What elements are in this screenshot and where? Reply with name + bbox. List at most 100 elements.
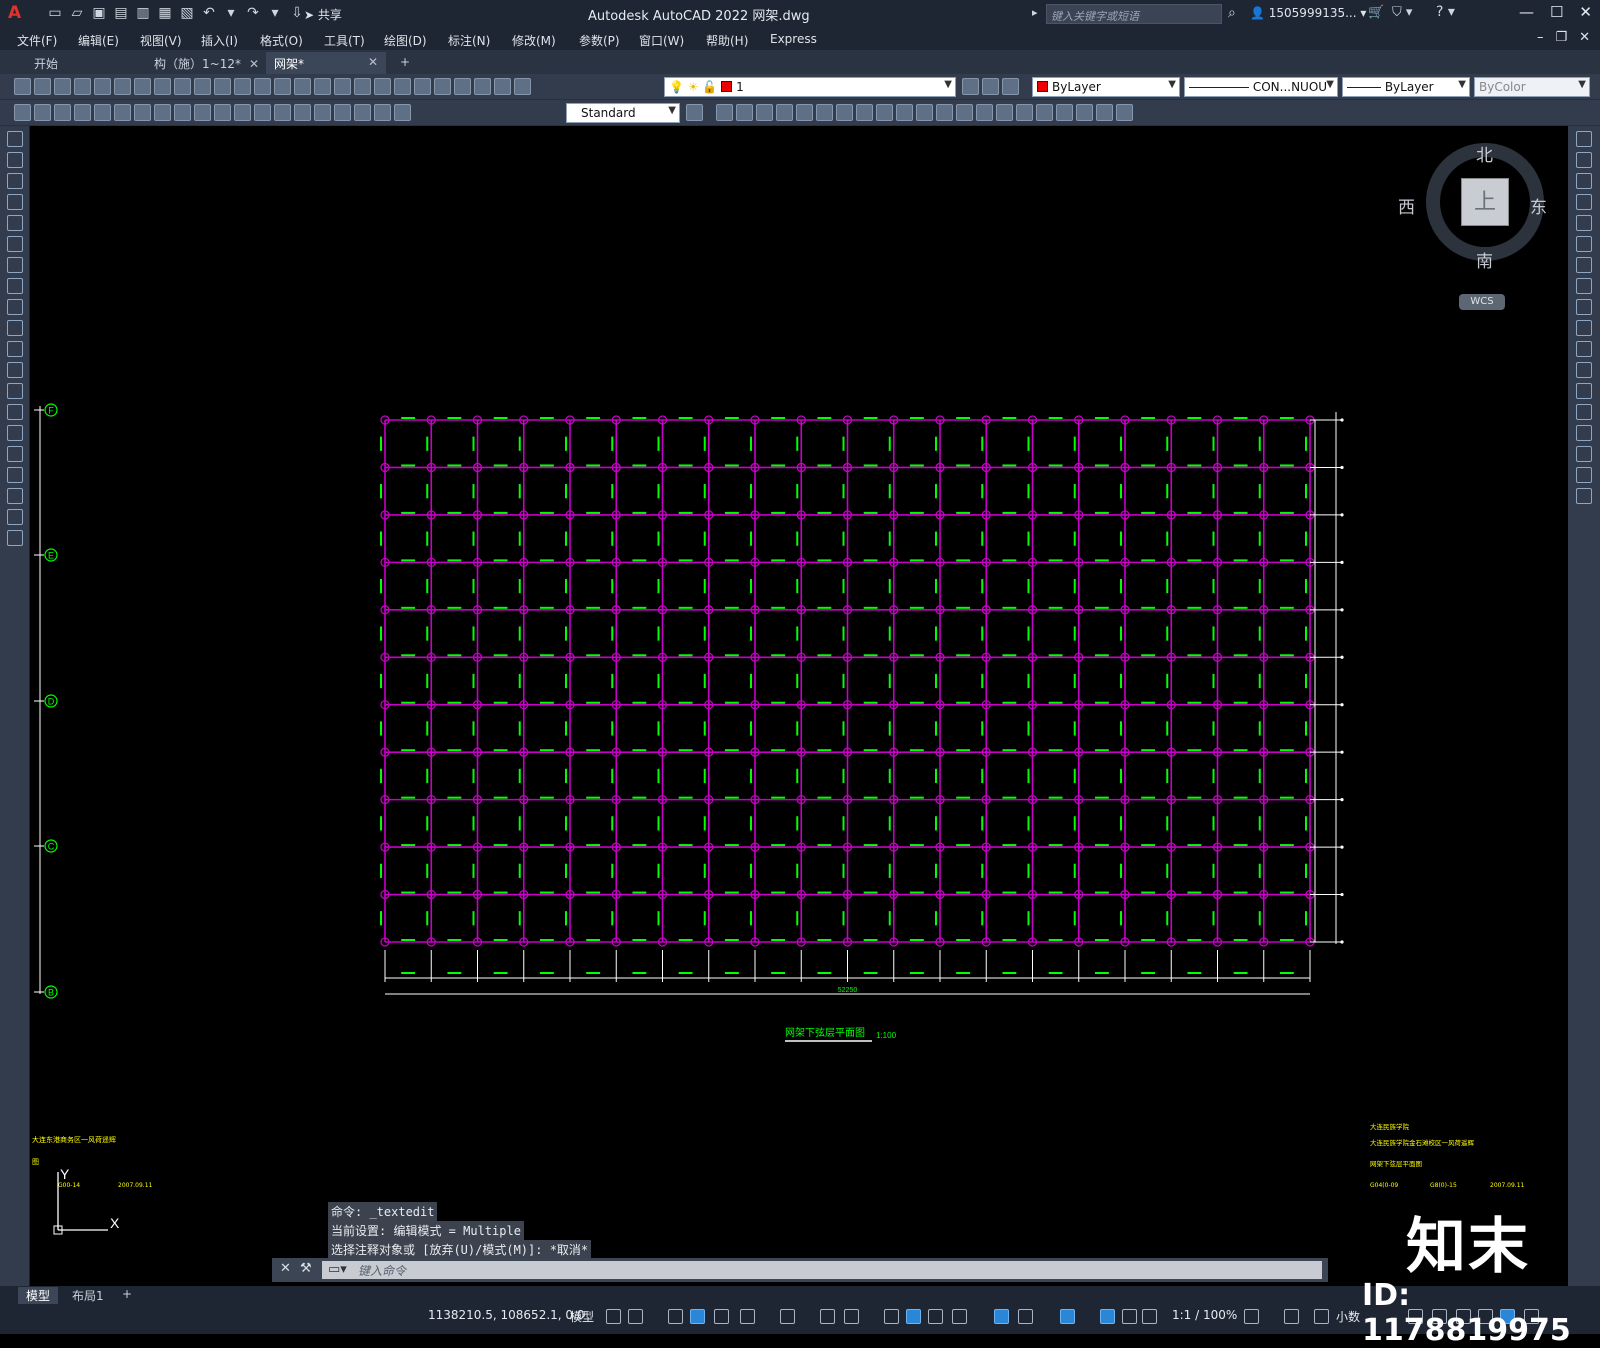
erase-icon[interactable] <box>1576 131 1592 147</box>
doc-minimize-button[interactable]: – <box>1537 30 1544 45</box>
plot-preview-icon[interactable]: ▦ <box>156 4 174 22</box>
layer-states-icon[interactable] <box>1002 78 1019 95</box>
polygon-icon[interactable] <box>7 194 23 210</box>
selection-filter-icon[interactable] <box>1018 1309 1033 1324</box>
fillet-icon[interactable] <box>1576 446 1592 462</box>
redo-icon[interactable]: ↷ <box>244 4 262 22</box>
construction-line-icon[interactable] <box>7 152 23 168</box>
chamfer-icon[interactable] <box>1576 425 1592 441</box>
solid-icon-2[interactable] <box>956 104 973 121</box>
properties-icon[interactable] <box>374 78 391 95</box>
undo-dropdown-icon[interactable]: ▾ <box>222 4 240 22</box>
tab-structure[interactable]: 构（施）1~12* ✕ <box>146 52 267 74</box>
dim-linear-icon[interactable] <box>34 104 51 121</box>
dynamic-input-icon[interactable] <box>690 1309 705 1324</box>
make-block-icon[interactable] <box>7 383 23 399</box>
tab-grid-frame[interactable]: 网架* ✕ <box>266 52 386 74</box>
menu-edit[interactable]: 编辑(E) <box>78 32 119 49</box>
inspect-icon[interactable] <box>314 104 331 121</box>
wcs-menu[interactable]: WCS <box>1459 294 1505 310</box>
layer-manager-icon[interactable] <box>514 78 531 95</box>
ucs-icon-2[interactable] <box>796 104 813 121</box>
mirror-icon[interactable] <box>1576 173 1592 189</box>
viewcube[interactable]: 上 北 南 西 东 <box>1398 143 1547 272</box>
linetype-dropdown[interactable]: CON...NUOU ▼ <box>1184 77 1338 97</box>
match-prop-icon[interactable] <box>214 78 231 95</box>
close-command-icon[interactable]: ✕ <box>280 1261 291 1276</box>
tab-model[interactable]: 模型 <box>18 1287 59 1304</box>
add-layout-button[interactable]: + <box>114 1287 140 1301</box>
menu-insert[interactable]: 插入(I) <box>201 32 238 49</box>
quickdim-icon[interactable] <box>14 104 31 121</box>
infer-constraints-icon[interactable] <box>668 1309 683 1324</box>
lineweight-dropdown[interactable]: ByLayer ▼ <box>1342 77 1470 97</box>
maximize-button[interactable]: ☐ <box>1550 3 1563 21</box>
plot-icon[interactable]: ▧ <box>178 4 196 22</box>
menu-view[interactable]: 视图(V) <box>140 32 182 49</box>
auto-scale-icon[interactable] <box>1122 1309 1137 1324</box>
stretch-icon[interactable] <box>1576 299 1592 315</box>
orbit-icon-5[interactable] <box>1116 104 1133 121</box>
jogged-linear-icon[interactable] <box>334 104 351 121</box>
insert-block-icon[interactable] <box>7 362 23 378</box>
lineweight-icon[interactable] <box>884 1309 899 1324</box>
solid-icon-4[interactable] <box>996 104 1013 121</box>
break-icon[interactable] <box>1576 383 1592 399</box>
tab-start[interactable]: 开始 <box>26 52 66 74</box>
share-button[interactable]: ➤ 共享 <box>304 6 342 23</box>
selection-cycling-icon[interactable] <box>928 1309 943 1324</box>
menu-draw[interactable]: 绘图(D) <box>384 32 427 49</box>
ucs-icon-6[interactable] <box>876 104 893 121</box>
move-icon[interactable] <box>1576 236 1592 252</box>
quickcalc-icon[interactable] <box>474 78 491 95</box>
doc-restore-button[interactable]: ❐ <box>1555 30 1567 45</box>
point-icon[interactable] <box>7 404 23 420</box>
polyline-icon[interactable] <box>7 173 23 189</box>
pan-icon[interactable] <box>294 78 311 95</box>
scale-icon[interactable] <box>1576 278 1592 294</box>
model-space-button[interactable]: 模型 <box>570 1308 594 1325</box>
dimstyle-dropdown[interactable]: Standard ▼ <box>566 103 680 123</box>
offset-icon[interactable] <box>1576 194 1592 210</box>
snap-icon[interactable] <box>628 1309 643 1324</box>
design-center-icon[interactable] <box>394 78 411 95</box>
coordinate-readout[interactable]: 1138210.5, 108652.1, 0.0 <box>428 1308 585 1322</box>
user-account[interactable]: 👤 1505999135... ▾ <box>1250 6 1366 20</box>
circle-icon[interactable] <box>7 257 23 273</box>
orbit-icon-4[interactable] <box>1096 104 1113 121</box>
help-search-input[interactable]: 键入关键字或短语 <box>1046 4 1222 24</box>
annotation-visibility-icon[interactable] <box>1100 1309 1115 1324</box>
annotation-monitor-icon[interactable] <box>1284 1309 1299 1324</box>
doc-close-button[interactable]: ✕ <box>1579 30 1590 45</box>
sheetset-icon[interactable] <box>434 78 451 95</box>
hatch-icon[interactable] <box>7 425 23 441</box>
help-icon[interactable] <box>494 78 511 95</box>
undo-icon[interactable] <box>254 78 271 95</box>
object-snap-tracking-icon[interactable] <box>820 1309 835 1324</box>
menu-parametric[interactable]: 参数(P) <box>579 32 620 49</box>
dim-radius-icon[interactable] <box>114 104 131 121</box>
table-icon[interactable] <box>7 488 23 504</box>
dim-baseline-icon[interactable] <box>194 104 211 121</box>
tool-palettes-icon[interactable] <box>414 78 431 95</box>
menu-help[interactable]: 帮助(H) <box>706 32 748 49</box>
open-icon[interactable] <box>34 78 51 95</box>
compass-south[interactable]: 南 <box>1476 247 1493 272</box>
dim-diameter-icon[interactable] <box>154 104 171 121</box>
solid-icon-1[interactable] <box>936 104 953 121</box>
drawing-canvas[interactable]: 52250 F E D C B 网架下弦层平面图 1:100 大连东港商务区一风荷遥辉图 G00-… <box>30 126 1568 1286</box>
save-icon[interactable]: ▣ <box>90 4 108 22</box>
layer-previous-icon[interactable] <box>982 78 999 95</box>
units-icon[interactable] <box>1314 1309 1329 1324</box>
transparency-icon[interactable] <box>906 1309 921 1324</box>
expand-search-icon[interactable]: ▸ <box>1032 6 1038 19</box>
undo-icon[interactable]: ↶ <box>200 4 218 22</box>
ucs-icon-3[interactable] <box>816 104 833 121</box>
markup-icon[interactable] <box>454 78 471 95</box>
rotate-icon[interactable] <box>1576 257 1592 273</box>
add-selected-icon[interactable] <box>7 530 23 546</box>
recent-commands-icon[interactable]: ▭▾ <box>328 1262 347 1277</box>
publish-icon[interactable] <box>114 78 131 95</box>
grid-icon[interactable] <box>606 1309 621 1324</box>
zoom-realtime-icon[interactable] <box>314 78 331 95</box>
